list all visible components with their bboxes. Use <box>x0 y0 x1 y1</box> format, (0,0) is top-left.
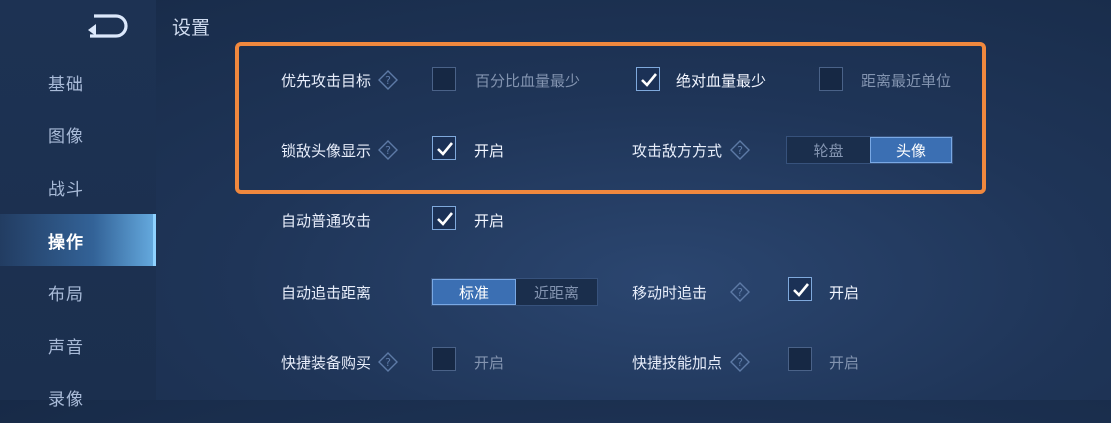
lock-avatar-option: 开启 <box>474 142 505 160</box>
sidebar-item-combat[interactable]: 战斗 <box>0 161 156 213</box>
sidebar-item-graphics[interactable]: 图像 <box>0 108 156 160</box>
lock-avatar-label: 锁敌头像显示 <box>281 142 372 160</box>
auto-attack-checkbox[interactable] <box>432 206 456 230</box>
sidebar-item-controls[interactable]: 操作 <box>0 214 156 266</box>
quick-buy-option: 开启 <box>474 354 505 372</box>
back-arrow-icon[interactable] <box>82 12 130 40</box>
quick-skill-option: 开启 <box>829 354 860 372</box>
checkmark-icon <box>641 73 658 87</box>
sidebar-item-basic[interactable]: 基础 <box>0 56 156 108</box>
checkmark-icon <box>793 283 810 297</box>
svg-text:?: ? <box>385 356 391 369</box>
sidebar-item-sound[interactable]: 声音 <box>0 319 156 371</box>
priority-target-label: 优先攻击目标 <box>281 72 372 90</box>
question-diamond-icon[interactable]: ? <box>378 140 398 160</box>
highlight-box <box>235 42 986 194</box>
percent-hp-option: 百分比血量最少 <box>475 72 581 90</box>
svg-text:?: ? <box>737 356 743 369</box>
quick-buy-checkbox[interactable] <box>432 347 456 371</box>
attack-mode-avatar[interactable]: 头像 <box>870 137 952 163</box>
nearest-unit-option: 距离最近单位 <box>861 72 952 90</box>
page-title: 设置 <box>172 17 211 39</box>
quick-buy-label: 快捷装备购买 <box>281 354 372 372</box>
absolute-hp-option: 绝对血量最少 <box>676 72 767 90</box>
chase-distance-standard[interactable]: 标准 <box>432 279 516 305</box>
sidebar-item-layout[interactable]: 布局 <box>0 266 156 318</box>
move-chase-label: 移动时追击 <box>632 284 708 302</box>
question-diamond-icon[interactable]: ? <box>730 282 750 302</box>
quick-skill-checkbox[interactable] <box>788 347 812 371</box>
svg-text:?: ? <box>385 144 391 157</box>
checkmark-icon <box>437 142 454 156</box>
svg-text:?: ? <box>737 286 743 299</box>
auto-attack-option: 开启 <box>474 212 505 230</box>
sidebar-item-replay[interactable]: 录像 <box>0 371 156 423</box>
auto-attack-label: 自动普通攻击 <box>281 212 372 230</box>
chase-distance-label: 自动追击距离 <box>281 284 372 302</box>
question-diamond-icon[interactable]: ? <box>730 140 750 160</box>
question-diamond-icon[interactable]: ? <box>730 352 750 372</box>
percent-hp-checkbox[interactable] <box>432 67 456 91</box>
svg-text:?: ? <box>385 74 391 87</box>
chase-distance-close[interactable]: 近距离 <box>516 279 597 305</box>
attack-mode-toggle: 轮盘 头像 <box>786 136 953 164</box>
quick-skill-label: 快捷技能加点 <box>632 354 723 372</box>
question-diamond-icon[interactable]: ? <box>378 352 398 372</box>
absolute-hp-checkbox[interactable] <box>636 67 660 91</box>
question-diamond-icon[interactable]: ? <box>378 70 398 90</box>
chase-distance-toggle: 标准 近距离 <box>431 278 598 306</box>
move-chase-option: 开启 <box>829 284 860 302</box>
move-chase-checkbox[interactable] <box>788 277 812 301</box>
sidebar: 基础 图像 战斗 操作 布局 声音 录像 <box>0 0 156 410</box>
attack-mode-wheel[interactable]: 轮盘 <box>787 137 870 163</box>
nearest-unit-checkbox[interactable] <box>819 67 843 91</box>
svg-text:?: ? <box>737 144 743 157</box>
checkmark-icon <box>437 212 454 226</box>
attack-mode-label: 攻击敌方方式 <box>632 142 723 160</box>
lock-avatar-checkbox[interactable] <box>432 136 456 160</box>
